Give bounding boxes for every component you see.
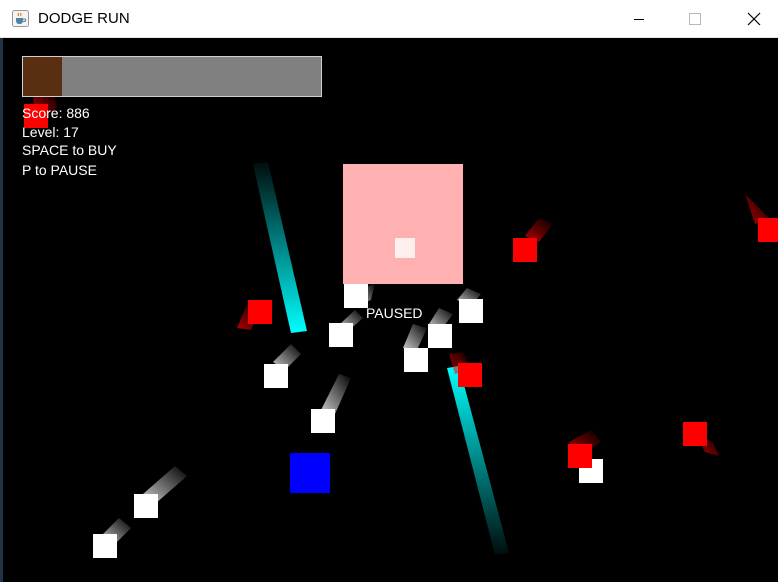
minimize-icon [634, 18, 644, 20]
laser-beam [447, 366, 509, 555]
game-canvas[interactable]: Score: 886 Level: 17 SPACE to BUY P to P… [3, 38, 778, 582]
pickup-block [428, 324, 452, 348]
close-icon [747, 12, 761, 25]
pause-hint: P to PAUSE [22, 162, 97, 178]
maximize-button[interactable] [672, 0, 718, 37]
pickup-block [311, 409, 335, 433]
paused-label: PAUSED [366, 305, 423, 321]
pickup-trail [403, 324, 427, 350]
pickup-block [344, 284, 368, 308]
maximize-icon [689, 12, 701, 25]
window-titlebar[interactable]: DODGE RUN [0, 0, 778, 38]
pickup-block [404, 348, 428, 372]
pickup-block [459, 299, 483, 323]
buy-hint: SPACE to BUY [22, 142, 117, 158]
close-button[interactable] [731, 0, 777, 37]
boss-block [343, 164, 463, 284]
enemy-block [683, 422, 707, 446]
pickup-block [264, 364, 288, 388]
enemy-block [248, 300, 272, 324]
level-readout: Level: 17 [22, 124, 79, 140]
enemy-block [758, 218, 778, 242]
score-readout: Score: 886 [22, 105, 90, 121]
boss-core [395, 238, 415, 258]
minimize-button[interactable] [616, 0, 662, 37]
enemy-block [568, 444, 592, 468]
pickup-block [329, 323, 353, 347]
enemy-block [513, 238, 537, 262]
pickup-trail [321, 374, 351, 414]
pickup-block [134, 494, 158, 518]
power-bar-fill [23, 57, 62, 96]
player-block [290, 453, 330, 493]
pickup-block [93, 534, 117, 558]
power-bar [22, 56, 322, 97]
window-title: DODGE RUN [38, 10, 130, 27]
java-coffee-cup-icon [12, 10, 29, 27]
enemy-block [458, 363, 482, 387]
